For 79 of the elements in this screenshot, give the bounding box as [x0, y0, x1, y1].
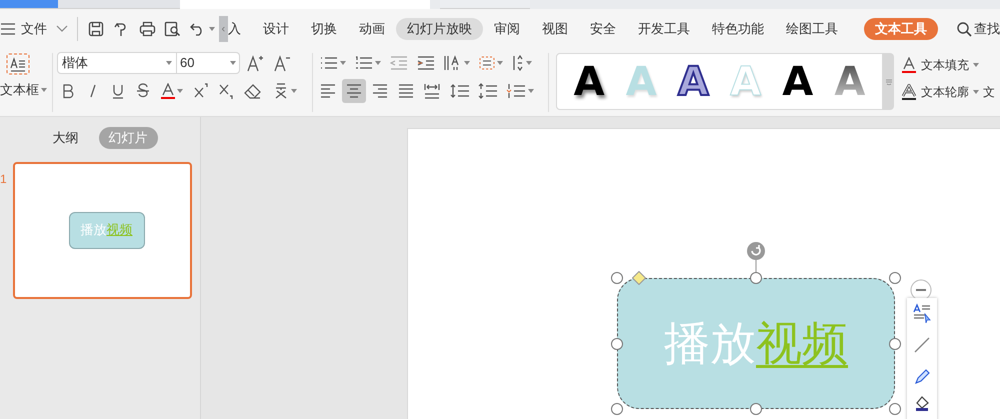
vertical-align-icon[interactable]: [512, 55, 524, 71]
bullet-list-icon[interactable]: [320, 56, 338, 70]
ribbon-tab[interactable]: 幻灯片放映: [396, 18, 483, 40]
font-size-field[interactable]: 60: [177, 52, 240, 74]
caret-icon[interactable]: [526, 61, 532, 65]
align-center-icon: [345, 82, 363, 100]
fill-bucket-icon: [913, 394, 931, 412]
caret-icon[interactable]: [177, 89, 183, 93]
panel-tab[interactable]: 大纲: [42, 127, 88, 149]
bold-icon[interactable]: [61, 83, 75, 99]
ribbon-tab[interactable]: 审阅: [483, 18, 531, 40]
adjust-handle[interactable]: [632, 271, 646, 285]
align-center-button[interactable]: [342, 79, 366, 103]
ribbon-tab[interactable]: 绘图工具: [775, 18, 849, 40]
ribbon-tab[interactable]: 切换: [300, 18, 348, 40]
text-effects-button[interactable]: 文: [983, 83, 995, 101]
slide-number: 1: [0, 171, 8, 188]
chevron-down-icon[interactable]: [56, 25, 68, 33]
caret-icon[interactable]: [166, 61, 172, 65]
text-outline-button[interactable]: 文本轮廓: [921, 83, 969, 101]
align-right-icon: [371, 82, 389, 100]
text-box-border-icon[interactable]: [479, 56, 495, 70]
numbered-list-icon[interactable]: [355, 56, 373, 70]
file-menu[interactable]: 文件: [21, 19, 47, 39]
spacing-options-icon[interactable]: [506, 83, 526, 99]
font-color-icon[interactable]: [161, 83, 175, 99]
menu-icon[interactable]: [1, 23, 15, 35]
save-icon[interactable]: [88, 21, 104, 37]
caret-icon[interactable]: [497, 61, 503, 65]
increase-indent-icon[interactable]: [417, 56, 435, 70]
ribbon-tab[interactable]: 动画: [348, 18, 396, 40]
ribbon-tab[interactable]: 开发工具: [627, 18, 701, 40]
text-fill-button[interactable]: 文本填充: [921, 56, 969, 74]
paragraph-spacing-icon[interactable]: [478, 83, 498, 99]
rotate-handle[interactable]: [746, 241, 766, 273]
increase-font-icon[interactable]: [246, 54, 264, 72]
text-wrap-icon: [912, 303, 932, 323]
font-name-field[interactable]: 楷体: [57, 52, 177, 74]
print-preview-icon[interactable]: [164, 21, 181, 37]
print-icon[interactable]: [138, 21, 156, 37]
align-distributed-icon: [423, 82, 441, 100]
text-outline-icon[interactable]: [902, 84, 916, 100]
pen-icon: [913, 368, 931, 386]
decrease-font-icon[interactable]: [273, 54, 291, 72]
gallery-scrollbar[interactable]: [883, 53, 894, 110]
ribbon-tab[interactable]: 入: [228, 18, 252, 40]
caret-icon[interactable]: [973, 90, 979, 94]
ribbon-tab[interactable]: 设计: [252, 18, 300, 40]
shape-text: 播放视频: [664, 315, 848, 372]
wordart-style[interactable]: A: [574, 60, 605, 104]
ribbon-tab[interactable]: 视图: [531, 18, 579, 40]
caret-icon[interactable]: [973, 63, 979, 67]
eraser-icon[interactable]: [244, 83, 262, 99]
caret-icon[interactable]: [41, 88, 47, 92]
caret-icon[interactable]: [230, 61, 236, 65]
text-box-icon[interactable]: [6, 53, 30, 75]
text-fill-icon[interactable]: [902, 57, 916, 73]
caret-icon[interactable]: [291, 89, 297, 93]
diagonal-line-icon: [913, 336, 931, 354]
caret-icon[interactable]: [375, 61, 381, 65]
wordart-style[interactable]: A: [782, 60, 814, 104]
ribbon-tab[interactable]: 安全: [579, 18, 627, 40]
phonetic-guide-icon[interactable]: [273, 83, 289, 99]
align-left-icon: [319, 82, 337, 100]
text-box-button[interactable]: 文本框: [0, 80, 39, 100]
subscript-icon[interactable]: [219, 83, 233, 99]
line-spacing-icon[interactable]: [450, 83, 470, 99]
caret-icon[interactable]: [340, 61, 346, 65]
underline-icon[interactable]: [111, 83, 125, 99]
align-justify-icon: [397, 82, 415, 100]
search-icon[interactable]: [957, 22, 972, 36]
search-label[interactable]: 查找: [974, 19, 1000, 39]
strikethrough-icon[interactable]: [136, 83, 150, 99]
caret-icon[interactable]: [208, 27, 215, 31]
ribbon-tab[interactable]: 特色功能: [701, 18, 775, 40]
caret-icon[interactable]: [528, 89, 534, 93]
superscript-icon[interactable]: [194, 83, 208, 99]
slide-shape-text: 播放视频: [68, 212, 144, 249]
caret-icon[interactable]: [464, 61, 470, 65]
